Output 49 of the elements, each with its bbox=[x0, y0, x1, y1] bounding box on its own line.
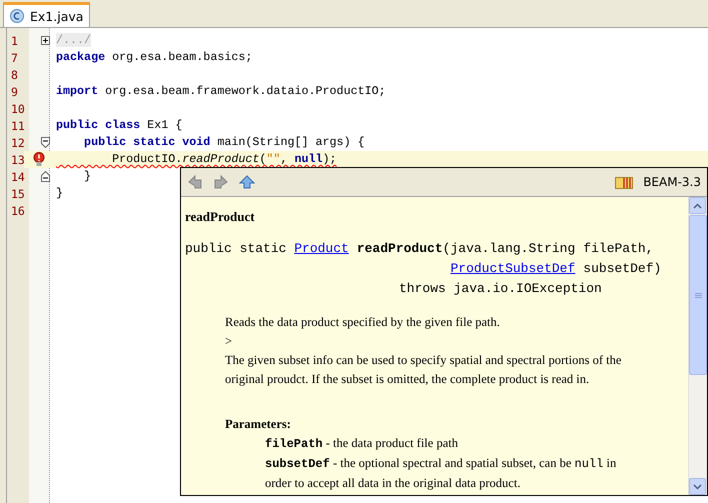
code-line: } bbox=[56, 185, 64, 202]
line-number: 7 bbox=[10, 50, 18, 64]
chevron-down-icon bbox=[693, 484, 702, 490]
line-number: 10 bbox=[10, 102, 25, 116]
grip-icon bbox=[694, 292, 702, 298]
line-number: 15 bbox=[10, 186, 25, 200]
throws-clause: throws java.io.IOException bbox=[399, 281, 602, 296]
method-name: readProduct bbox=[356, 240, 443, 258]
code-line: public class Ex1 { bbox=[56, 117, 182, 134]
parameter-description: filePath - the data product file path bbox=[264, 435, 459, 453]
description-text: The given subset info can be used to specify spatial and spectral portions of the original proudct. If the subset is omitted, the complete product is read in. bbox=[224, 352, 622, 388]
signature-prefix: public static bbox=[185, 240, 288, 258]
line-number: 13 bbox=[10, 152, 25, 166]
scrollbar-thumb[interactable] bbox=[689, 215, 707, 375]
class-icon bbox=[10, 9, 24, 23]
expand-icon[interactable] bbox=[41, 36, 50, 45]
param-type-link[interactable]: ProductSubsetDef bbox=[450, 261, 576, 276]
scroll-down-button[interactable] bbox=[689, 478, 706, 495]
code-line: public static void main(String[] args) { bbox=[83, 134, 365, 151]
line-number: 11 bbox=[10, 118, 25, 132]
library-icon bbox=[615, 175, 634, 189]
line-number: 9 bbox=[10, 84, 18, 98]
param-type: java.lang.String bbox=[450, 241, 576, 256]
description-text: Reads the data product specified by the given file path. bbox=[224, 314, 501, 331]
library-label: BEAM-3.3 bbox=[643, 175, 701, 189]
line-number: 1 bbox=[10, 34, 18, 48]
param-name: filePath, bbox=[583, 241, 654, 256]
scroll-up-button[interactable] bbox=[689, 197, 706, 214]
chevron-up-icon bbox=[693, 202, 702, 208]
doc-heading: readProduct bbox=[185, 209, 256, 225]
back-icon[interactable] bbox=[187, 174, 203, 190]
parameter-description: subsetDef - the optional spectral and spatial subset, can be null in order to accept all data in the original data product. bbox=[264, 455, 618, 492]
line-number: 16 bbox=[10, 204, 25, 218]
code-line: } bbox=[83, 168, 92, 185]
code-line: ProductIO.readProduct("", null); bbox=[111, 151, 337, 168]
code-line: import org.esa.beam.framework.dataio.ProductIO; bbox=[56, 83, 386, 100]
error-bulb-icon[interactable] bbox=[33, 152, 45, 167]
line-number: 14 bbox=[10, 170, 25, 184]
code-line: package org.esa.beam.basics; bbox=[56, 49, 252, 66]
return-type-link[interactable]: Product bbox=[294, 241, 349, 256]
forward-icon[interactable] bbox=[213, 174, 229, 190]
line-number: 12 bbox=[10, 136, 25, 150]
line-number: 8 bbox=[10, 68, 18, 82]
parameters-label: Parameters: bbox=[224, 416, 292, 433]
open-paren: ( bbox=[442, 240, 450, 258]
description-text: > bbox=[224, 333, 234, 350]
up-arrow-icon[interactable] bbox=[239, 175, 255, 189]
param-name: subsetDef) bbox=[583, 261, 662, 276]
file-tab[interactable]: Ex1.java bbox=[3, 2, 90, 27]
